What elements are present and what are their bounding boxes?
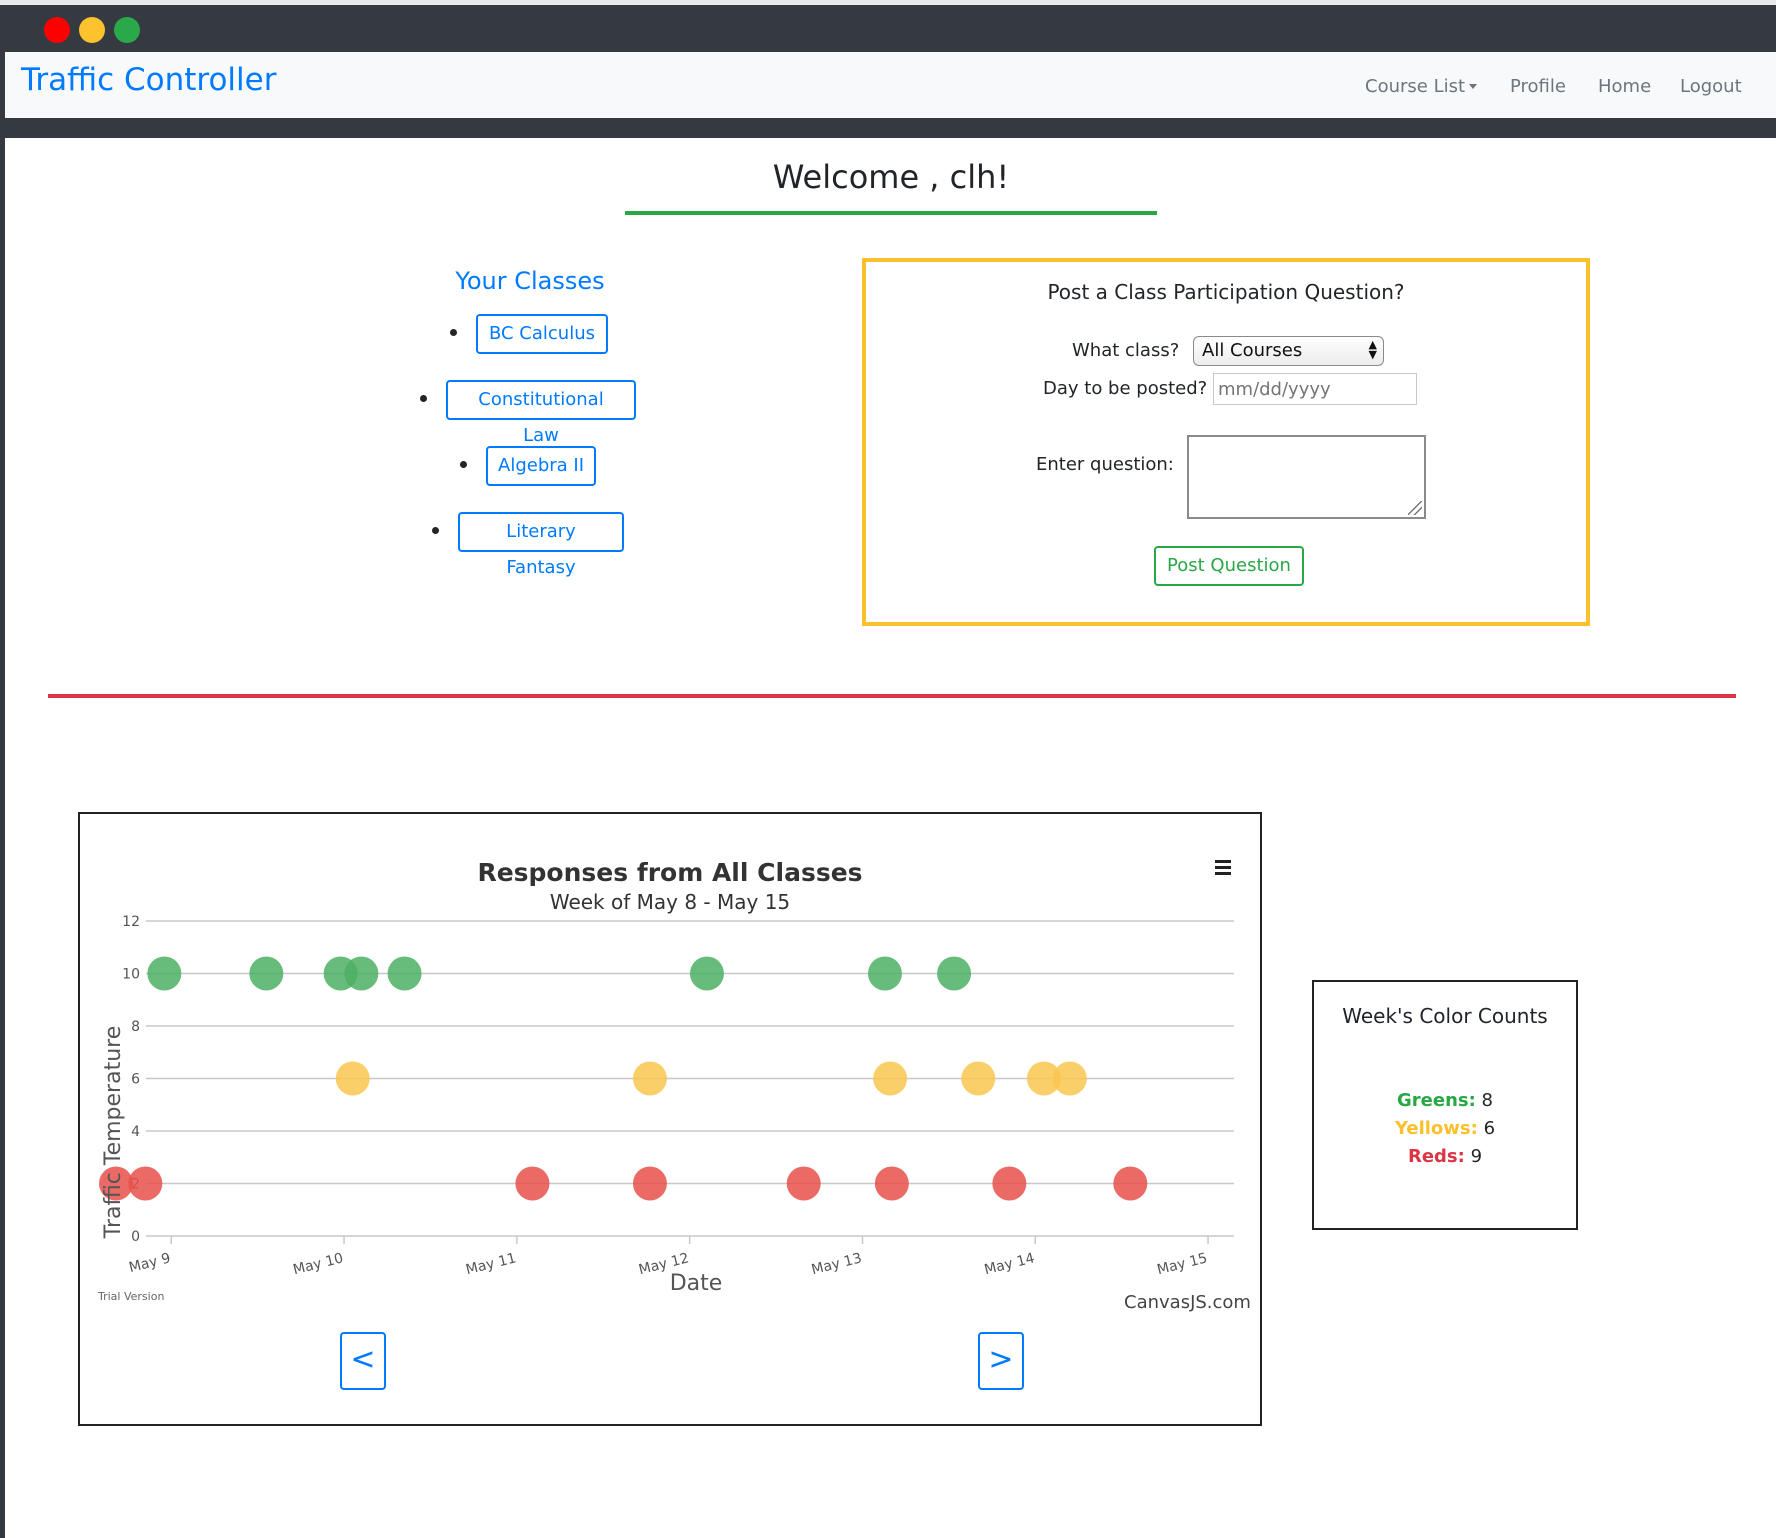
post-question-button[interactable]: Post Question bbox=[1154, 546, 1304, 586]
navbar: Traffic Controller Course List Profile H… bbox=[5, 52, 1776, 118]
next-week-button[interactable]: > bbox=[978, 1332, 1024, 1390]
canvasjs-credit[interactable]: CanvasJS.com bbox=[1124, 1292, 1251, 1313]
resize-grip-icon[interactable] bbox=[1408, 501, 1422, 515]
data-point[interactable] bbox=[147, 956, 182, 991]
data-point[interactable] bbox=[1113, 1166, 1148, 1201]
y-tick-label: 8 bbox=[131, 1019, 140, 1035]
day-posted-label: Day to be posted? bbox=[1043, 378, 1208, 399]
data-point[interactable] bbox=[874, 1166, 909, 1201]
select-arrows-icon: ▲ ▼ bbox=[1368, 338, 1377, 361]
y-tick-label: 6 bbox=[131, 1072, 140, 1088]
reds-count: Reds: 9 bbox=[1314, 1146, 1576, 1167]
trial-watermark: Trial Version bbox=[98, 1290, 165, 1303]
section-divider bbox=[48, 694, 1736, 698]
post-question-title: Post a Class Participation Question? bbox=[1047, 280, 1405, 304]
x-tick-label: May 13 bbox=[810, 1250, 864, 1278]
your-classes-heading: Your Classes bbox=[455, 267, 605, 295]
nav-course-list-label: Course List bbox=[1365, 76, 1466, 97]
data-point[interactable] bbox=[632, 1061, 667, 1096]
x-tick-label: May 9 bbox=[127, 1250, 172, 1276]
greens-label: Greens: bbox=[1397, 1090, 1476, 1111]
data-point[interactable] bbox=[937, 956, 972, 991]
data-point[interactable] bbox=[961, 1061, 996, 1096]
greens-value: 8 bbox=[1481, 1090, 1493, 1111]
y-tick-label: 4 bbox=[131, 1124, 140, 1140]
x-tick-label: May 11 bbox=[464, 1250, 518, 1278]
x-tick-label: May 10 bbox=[291, 1250, 345, 1278]
data-point[interactable] bbox=[632, 1166, 667, 1201]
class-button-algebra-ii[interactable]: Algebra II bbox=[486, 446, 596, 486]
data-point[interactable] bbox=[128, 1166, 163, 1201]
data-point[interactable] bbox=[867, 956, 902, 991]
class-button-literary-fantasy[interactable]: Literary Fantasy bbox=[458, 512, 624, 578]
post-question-panel: Post a Class Participation Question? Wha… bbox=[862, 258, 1590, 626]
data-point[interactable] bbox=[1052, 1061, 1087, 1096]
color-counts-title: Week's Color Counts bbox=[1342, 1004, 1548, 1028]
y-tick-label: 0 bbox=[131, 1229, 140, 1245]
list-bullet bbox=[432, 527, 439, 534]
yellows-label: Yellows: bbox=[1394, 1118, 1478, 1139]
data-point[interactable] bbox=[335, 1061, 370, 1096]
welcome-heading: Welcome , clh! bbox=[772, 158, 1010, 196]
nav-course-list[interactable]: Course List bbox=[1365, 76, 1478, 97]
y-tick-label: 10 bbox=[122, 967, 140, 983]
nav-logout[interactable]: Logout bbox=[1680, 76, 1742, 97]
caret-down-icon bbox=[1469, 84, 1478, 89]
maximize-window-icon[interactable] bbox=[114, 17, 140, 43]
close-window-icon[interactable] bbox=[44, 17, 70, 43]
brand-link[interactable]: Traffic Controller bbox=[21, 62, 276, 98]
nav-home[interactable]: Home bbox=[1598, 76, 1651, 97]
greens-count: Greens: 8 bbox=[1314, 1090, 1576, 1111]
y-axis-label: Traffic Temperature bbox=[101, 1026, 126, 1239]
reds-value: 9 bbox=[1470, 1146, 1483, 1167]
x-axis-label: Date bbox=[670, 1271, 723, 1296]
previous-week-button[interactable]: < bbox=[340, 1332, 386, 1390]
class-button-bc-calculus[interactable]: BC Calculus bbox=[476, 314, 608, 354]
minimize-window-icon[interactable] bbox=[79, 17, 105, 43]
data-point[interactable] bbox=[873, 1061, 908, 1096]
data-point[interactable] bbox=[387, 956, 422, 991]
enter-question-label: Enter question: bbox=[1036, 454, 1174, 475]
list-bullet bbox=[450, 329, 457, 336]
navbar-underbar bbox=[5, 118, 1776, 138]
data-point[interactable] bbox=[344, 956, 379, 991]
color-counts-panel: Week's Color Counts Greens: 8 Yellows: 6… bbox=[1312, 980, 1578, 1230]
class-select-value: All Courses bbox=[1202, 340, 1303, 361]
yellows-count: Yellows: 6 bbox=[1314, 1118, 1576, 1139]
data-point[interactable] bbox=[786, 1166, 821, 1201]
yellows-value: 6 bbox=[1483, 1118, 1496, 1139]
data-point[interactable] bbox=[249, 956, 284, 991]
data-point[interactable] bbox=[689, 956, 724, 991]
x-tick-label: May 14 bbox=[983, 1250, 1037, 1278]
window-titlebar bbox=[0, 0, 1776, 52]
reds-label: Reds: bbox=[1407, 1146, 1465, 1167]
data-point[interactable] bbox=[992, 1166, 1027, 1201]
list-bullet bbox=[460, 461, 467, 468]
class-button-constitutional-law[interactable]: Constitutional Law bbox=[446, 380, 636, 446]
nav-profile[interactable]: Profile bbox=[1510, 76, 1566, 97]
class-select[interactable]: All Courses ▲ ▼ bbox=[1193, 336, 1384, 366]
list-bullet bbox=[420, 395, 427, 402]
date-input[interactable] bbox=[1213, 373, 1417, 405]
welcome-divider bbox=[625, 211, 1157, 215]
what-class-label: What class? bbox=[1072, 340, 1180, 361]
chart-panel: Responses from All Classes Week of May 8… bbox=[78, 812, 1262, 1426]
question-textarea[interactable] bbox=[1187, 435, 1426, 519]
data-point[interactable] bbox=[515, 1166, 550, 1201]
y-tick-label: 12 bbox=[122, 914, 140, 930]
window-edge bbox=[0, 52, 5, 1538]
chart-plot: 024681012May 9May 10May 11May 12May 13Ma… bbox=[98, 914, 1234, 1296]
x-tick-label: May 15 bbox=[1155, 1250, 1209, 1278]
